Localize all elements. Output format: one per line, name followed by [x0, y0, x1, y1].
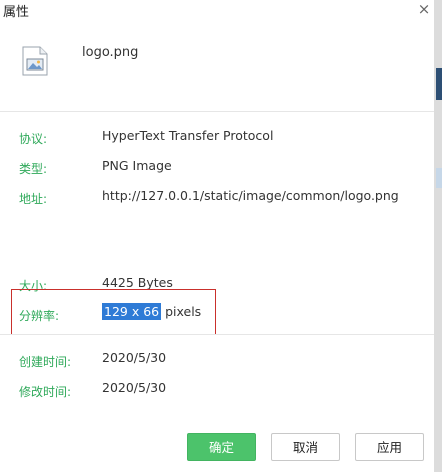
size-value: 4425 Bytes — [102, 275, 173, 290]
protocol-label: 协议: — [19, 132, 48, 146]
address-label: 地址: — [19, 192, 48, 206]
resolution-label: 分辨率: — [19, 309, 60, 323]
close-icon[interactable]: × — [414, 0, 434, 20]
image-file-icon — [22, 46, 48, 76]
address-value[interactable]: http://127.0.0.1/static/image/common/log… — [102, 188, 399, 203]
title-bar: 属性 × — [0, 0, 442, 22]
ok-button[interactable]: 确定 — [187, 433, 256, 461]
background-edge-shade — [436, 68, 442, 100]
file-name: logo.png — [82, 45, 139, 60]
resolution-unit: pixels — [161, 304, 202, 319]
modified-label: 修改时间: — [19, 385, 72, 399]
dialog-title: 属性 — [3, 5, 30, 20]
resolution-selected-text[interactable]: 129 x 66 — [102, 303, 162, 320]
type-value: PNG Image — [102, 158, 172, 173]
created-label: 创建时间: — [19, 355, 72, 369]
properties-dialog: 属性 × logo.png 协议: HyperText Transfer Pro… — [0, 0, 442, 472]
modified-value: 2020/5/30 — [102, 380, 167, 395]
cancel-button[interactable]: 取消 — [271, 433, 340, 461]
protocol-value: HyperText Transfer Protocol — [102, 128, 274, 143]
created-value: 2020/5/30 — [102, 350, 167, 365]
resolution-value[interactable]: 129 x 66 pixels — [102, 303, 202, 320]
divider — [0, 334, 434, 335]
divider — [0, 111, 434, 112]
background-window-edge — [434, 0, 442, 472]
apply-button[interactable]: 应用 — [355, 433, 424, 461]
background-edge-shade — [436, 168, 442, 188]
type-label: 类型: — [19, 162, 48, 176]
